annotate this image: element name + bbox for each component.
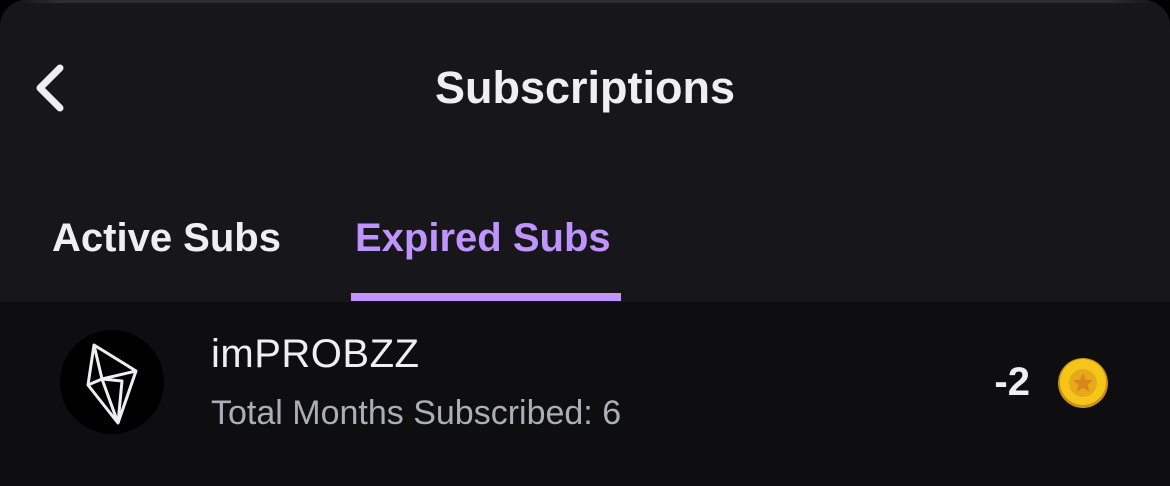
gem-logo-icon (86, 343, 138, 425)
tab-active-subs[interactable]: Active Subs (52, 192, 281, 284)
tab-bar: Active Subs Expired Subs (0, 192, 1170, 302)
subscription-row[interactable]: imPROBZZ Total Months Subscribed: 6 -2 (0, 302, 1170, 466)
header: Subscriptions (0, 40, 1170, 136)
sheet-top-edge (0, 0, 1170, 3)
active-tab-indicator (351, 293, 621, 301)
page-title: Subscriptions (434, 62, 736, 113)
subscription-list: imPROBZZ Total Months Subscribed: 6 -2 (0, 302, 1170, 486)
subscriptions-sheet: Subscriptions Active Subs Expired Subs i… (0, 0, 1170, 486)
channel-name: imPROBZZ (211, 332, 420, 376)
total-months-subscribed: Total Months Subscribed: 6 (211, 394, 622, 432)
star-coin-icon (1058, 358, 1108, 408)
sub-count: -2 (994, 360, 1030, 404)
tab-expired-subs[interactable]: Expired Subs (355, 192, 611, 284)
avatar[interactable] (60, 330, 164, 434)
